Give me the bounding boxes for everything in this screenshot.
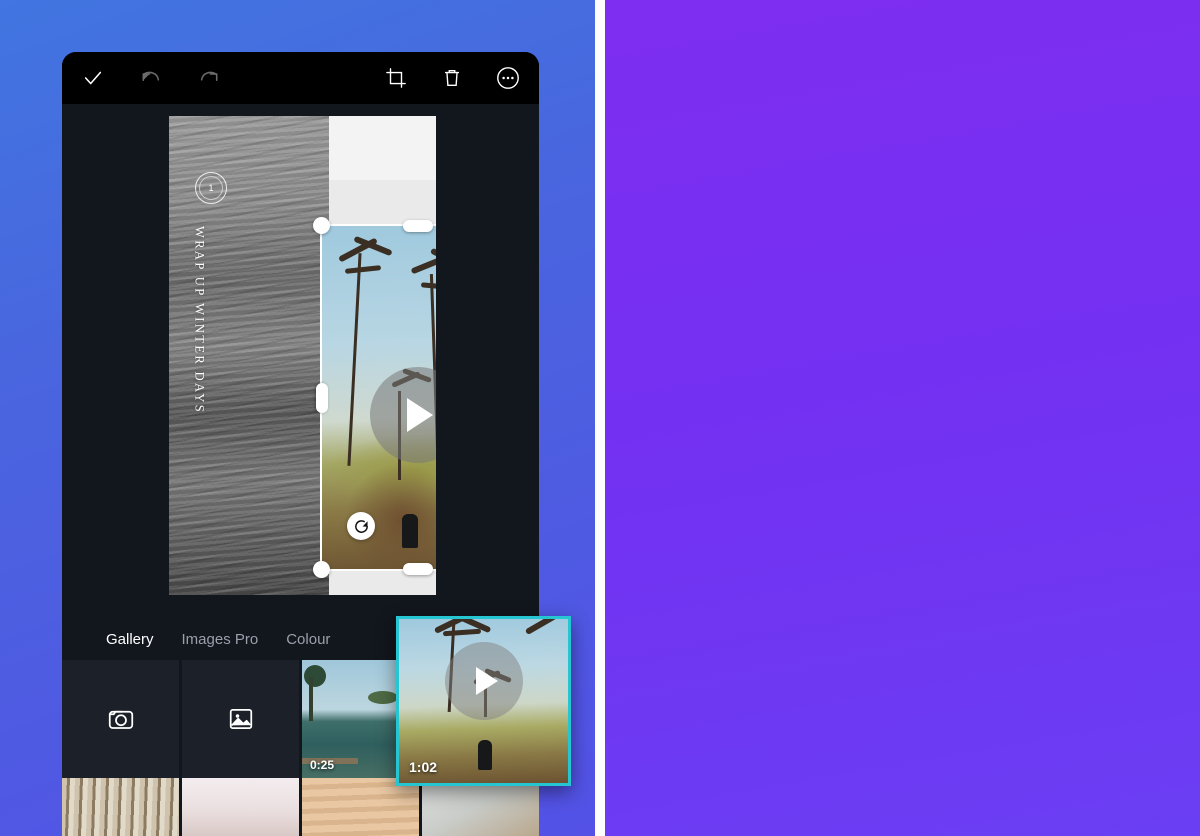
step-number-label: 1 — [208, 183, 214, 193]
gallery-thumb-rock[interactable] — [422, 778, 539, 836]
camera-icon — [62, 660, 179, 778]
tab-colour[interactable]: Colour — [286, 631, 330, 648]
camera-tile[interactable] — [62, 660, 179, 778]
thumb-duration-label: 0:25 — [310, 758, 335, 772]
tab-images-pro[interactable]: Images Pro — [182, 631, 259, 648]
resize-handle-top-left[interactable] — [313, 217, 330, 234]
left-design-canvas[interactable]: 1 WRAP UP WINTER DAYS Canada December 20… — [169, 116, 436, 595]
selected-thumb-duration: 1:02 — [409, 759, 438, 775]
play-icon[interactable] — [475, 667, 498, 696]
canvas-white-block — [329, 116, 436, 180]
resize-handle-left[interactable] — [316, 382, 328, 413]
gallery-thumb-forest[interactable] — [62, 778, 179, 836]
trash-icon[interactable] — [439, 65, 465, 91]
play-icon[interactable] — [406, 397, 433, 432]
rotate-handle-icon[interactable] — [347, 512, 375, 540]
selected-video-layer[interactable] — [313, 217, 436, 578]
redo-icon[interactable] — [196, 65, 222, 91]
panel-divider — [595, 0, 605, 836]
undo-icon[interactable] — [138, 65, 164, 91]
picker-grid-row2 — [62, 778, 539, 836]
left-panel-background: 1 WRAP UP WINTER DAYS Canada December 20… — [0, 0, 595, 836]
resize-handle-bottom-left[interactable] — [313, 561, 330, 578]
step-number-badge: 1 — [195, 172, 227, 204]
vertical-title-text: WRAP UP WINTER DAYS — [189, 226, 210, 414]
check-icon[interactable] — [80, 65, 106, 91]
video-thumbnail — [322, 226, 436, 569]
vertical-title-line1: WRAP UP — [192, 226, 207, 298]
resize-handle-top[interactable] — [402, 220, 433, 232]
resize-handle-bottom[interactable] — [402, 563, 433, 575]
tab-gallery[interactable]: Gallery — [106, 631, 154, 648]
crop-icon[interactable] — [383, 65, 409, 91]
left-editor-toolbar — [62, 52, 539, 104]
selected-media-thumbnail[interactable]: 1:02 — [396, 616, 571, 786]
gallery-thumb-mountain[interactable] — [182, 778, 299, 836]
vertical-title-line2: WINTER DAYS — [192, 303, 207, 415]
right-panel-background: Happy Birthday! It's time to kick back, … — [605, 0, 1200, 836]
image-tile[interactable] — [182, 660, 299, 778]
gallery-thumb-wood[interactable] — [302, 778, 419, 836]
image-icon — [182, 660, 299, 778]
more-options-icon[interactable] — [495, 65, 521, 91]
screenshot-root: 1 WRAP UP WINTER DAYS Canada December 20… — [0, 0, 1200, 836]
